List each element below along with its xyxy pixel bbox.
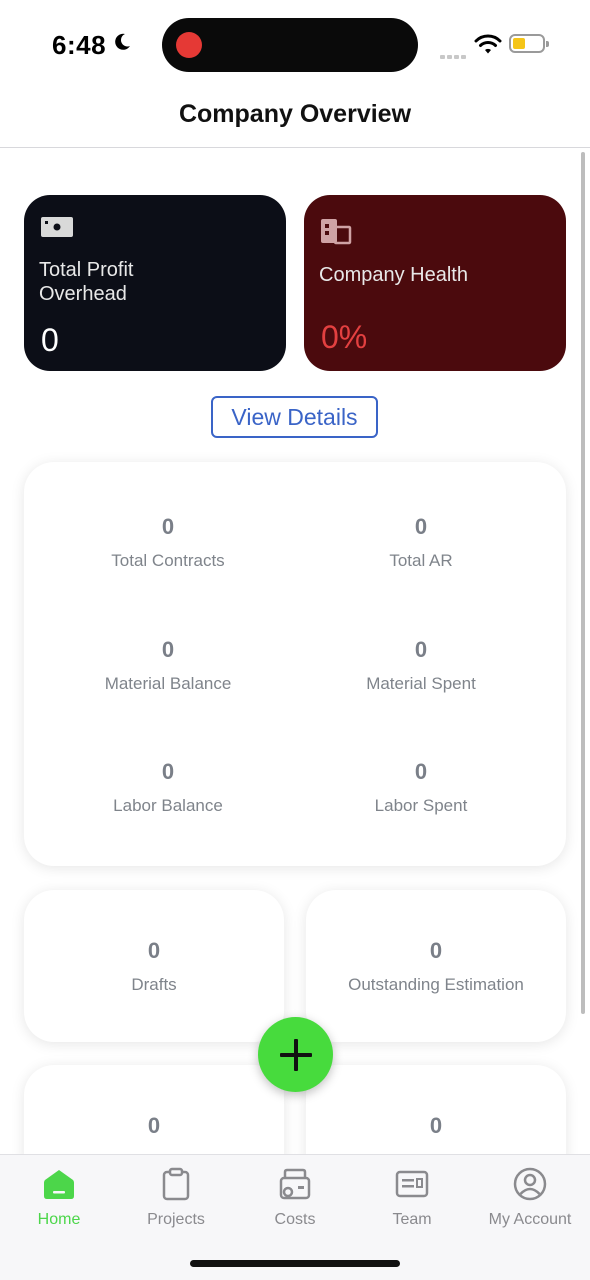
tab-label: Costs — [274, 1211, 316, 1228]
total-profit-card[interactable]: Total Profit Overhead 0 — [24, 195, 286, 371]
stat-labor-spent[interactable]: 0 Labor Spent — [295, 759, 547, 817]
outstanding-estimation-card[interactable]: 0 Outstanding Estimation — [306, 890, 566, 1042]
drafts-label: Drafts — [131, 975, 177, 994]
cash-icon — [41, 217, 73, 237]
building-icon — [321, 219, 352, 245]
total-profit-value: 0 — [41, 322, 59, 358]
screen: 6:48 Company Overview Total Profit Overh… — [0, 0, 590, 1280]
stat-label: Labor Spent — [374, 796, 468, 815]
stat-label: Total Contracts — [111, 551, 225, 570]
moon-icon — [115, 33, 130, 50]
home-indicator[interactable] — [190, 1260, 400, 1267]
summary-card-right-stat: 0 — [310, 1113, 562, 1139]
cellular-signal-icon — [440, 46, 468, 64]
scrollbar[interactable] — [581, 152, 585, 1014]
stats-panel: 0 Total Contracts 0 Total AR 0 Material … — [24, 462, 566, 866]
user-circle-icon — [513, 1167, 547, 1201]
company-health-card[interactable]: Company Health 0% — [304, 195, 566, 371]
page-title: Company Overview — [178, 100, 412, 128]
summary-card-left-value: 0 — [147, 1113, 161, 1138]
tab-my-account[interactable]: My Account — [475, 1167, 585, 1229]
summary-card-left-stat: 0 — [28, 1113, 280, 1139]
stat-total-contracts[interactable]: 0 Total Contracts — [42, 514, 294, 572]
status-time: 6:48 — [52, 30, 107, 60]
battery-icon — [509, 34, 549, 53]
plus-icon — [279, 1038, 312, 1071]
clipboard-icon — [162, 1167, 190, 1201]
summary-card-right-value: 0 — [429, 1113, 443, 1138]
outstanding-estimation-label: Outstanding Estimation — [348, 975, 524, 994]
tab-team[interactable]: Team — [357, 1167, 467, 1229]
tab-label: Team — [392, 1211, 432, 1228]
tab-projects[interactable]: Projects — [121, 1167, 231, 1229]
stat-value: 0 — [414, 637, 428, 662]
tab-costs[interactable]: Costs — [240, 1167, 350, 1229]
stat-value: 0 — [414, 759, 428, 784]
stat-label: Material Balance — [104, 674, 232, 693]
stat-label: Labor Balance — [113, 796, 223, 815]
stat-value: 0 — [161, 637, 175, 662]
home-icon — [44, 1170, 74, 1199]
drafts-value: 0 — [147, 938, 161, 963]
company-health-value: 0% — [321, 319, 368, 355]
stat-value: 0 — [161, 759, 175, 784]
drafts-stat: 0 Drafts — [28, 938, 280, 996]
tab-label: Projects — [147, 1211, 205, 1228]
tab-label: My Account — [488, 1211, 572, 1228]
stat-label: Total AR — [389, 551, 453, 570]
stat-value: 0 — [414, 514, 428, 539]
id-card-icon — [395, 1170, 429, 1198]
stat-total-ar[interactable]: 0 Total AR — [295, 514, 547, 572]
drafts-card[interactable]: 0 Drafts — [24, 890, 284, 1042]
wallet-icon — [279, 1168, 311, 1200]
stat-label: Material Spent — [366, 674, 476, 693]
stat-labor-balance[interactable]: 0 Labor Balance — [42, 759, 294, 817]
tab-label: Home — [37, 1211, 81, 1228]
dynamic-island — [162, 18, 418, 72]
status-bar: 6:48 — [0, 0, 590, 90]
total-profit-label: Total Profit Overhead — [39, 259, 134, 305]
view-details-button[interactable]: View Details — [211, 396, 378, 438]
tab-home[interactable]: Home — [4, 1167, 114, 1229]
recording-indicator-icon — [176, 32, 202, 58]
wifi-icon — [474, 34, 502, 54]
stat-material-spent[interactable]: 0 Material Spent — [295, 637, 547, 695]
stat-value: 0 — [161, 514, 175, 539]
outstanding-estimation-value: 0 — [429, 938, 443, 963]
add-button[interactable] — [258, 1017, 333, 1092]
nav-header: Company Overview — [0, 90, 590, 148]
company-health-label: Company Health — [319, 264, 468, 286]
stat-material-balance[interactable]: 0 Material Balance — [42, 637, 294, 695]
outstanding-estimation-stat: 0 Outstanding Estimation — [310, 938, 562, 996]
